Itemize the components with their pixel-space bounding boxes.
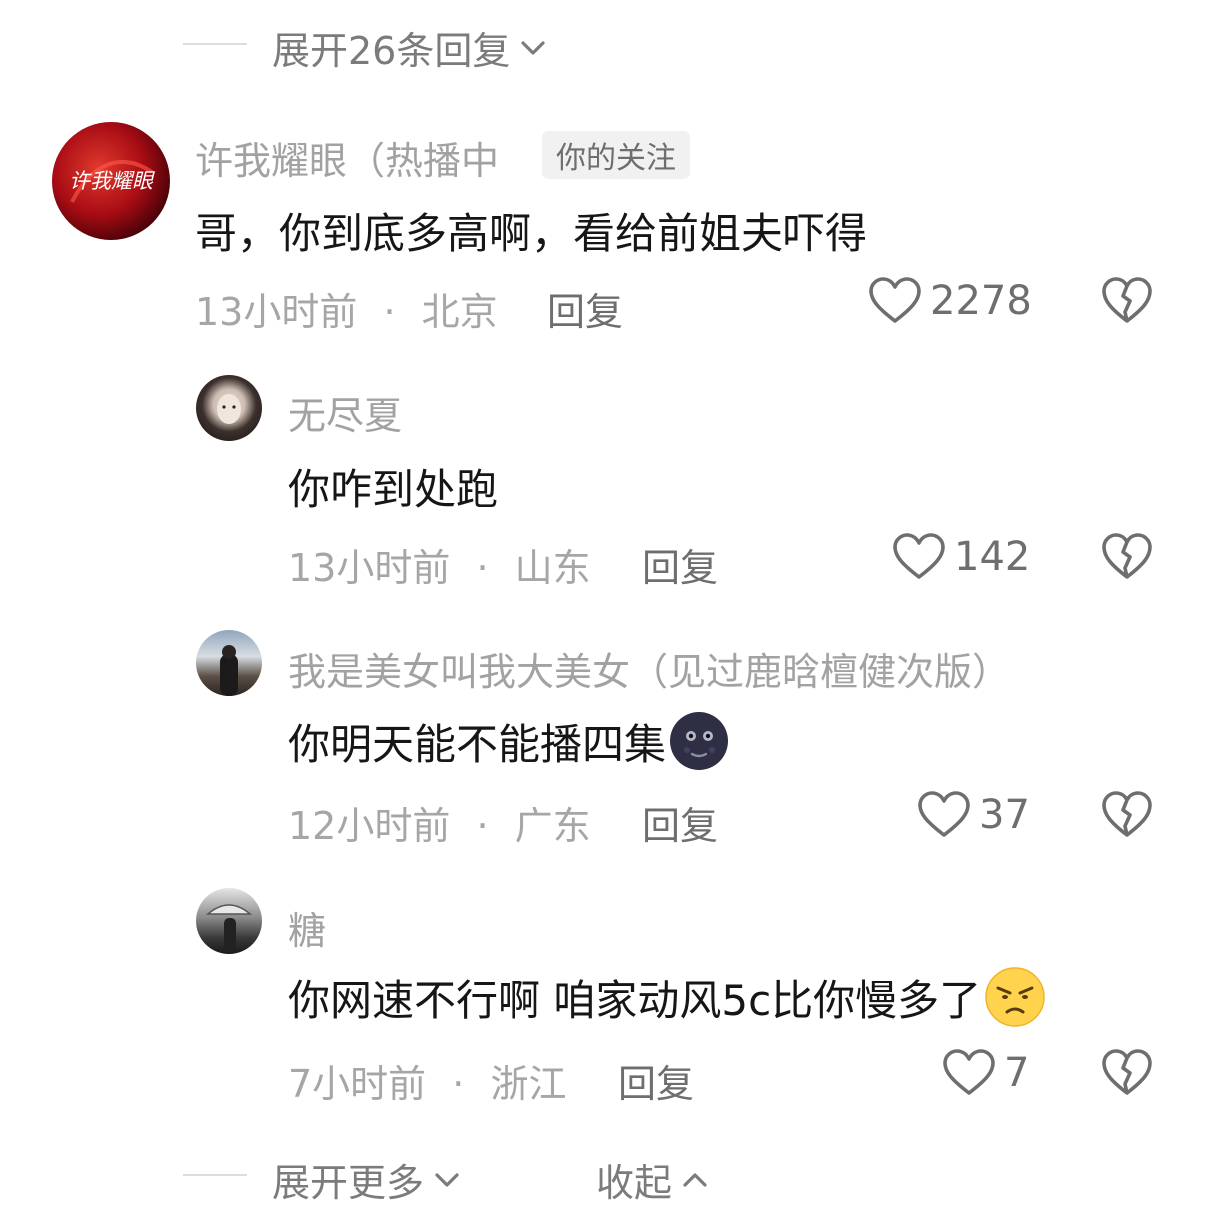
comment-time: 13小时前 bbox=[195, 290, 358, 334]
dislike-broken-heart-icon[interactable] bbox=[1101, 790, 1153, 840]
dislike-broken-heart-icon[interactable] bbox=[1101, 276, 1153, 326]
comment-location: 北京 bbox=[421, 290, 498, 334]
like-count: 2278 bbox=[930, 278, 1032, 324]
meta-dot: · bbox=[452, 1062, 465, 1106]
reply-button[interactable]: 回复 bbox=[642, 795, 718, 850]
reply-text: 你咋到处跑 bbox=[288, 465, 499, 514]
reply-username[interactable]: 我是美女叫我大美女（见过鹿晗檀健次版） bbox=[288, 641, 1010, 696]
comment-meta: 13小时前 · 北京 bbox=[195, 281, 498, 336]
svg-text:许我耀眼: 许我耀眼 bbox=[69, 169, 155, 193]
reply-button[interactable]: 回复 bbox=[547, 281, 623, 336]
dislike-broken-heart-icon[interactable] bbox=[1101, 1048, 1153, 1098]
reply-time: 7小时前 bbox=[288, 1062, 427, 1106]
reply-meta: 13小时前 · 山东 bbox=[288, 537, 591, 592]
avatar[interactable] bbox=[196, 888, 262, 954]
meta-dot: · bbox=[476, 804, 489, 848]
like-button[interactable]: 2278 bbox=[868, 276, 1032, 326]
like-button[interactable]: 7 bbox=[942, 1048, 1029, 1098]
divider-bottom bbox=[183, 1174, 247, 1176]
dislike-broken-heart-icon[interactable] bbox=[1101, 532, 1153, 582]
reply-text-body: 你网速不行啊 咱家动风5c比你慢多了 bbox=[288, 975, 982, 1025]
like-button[interactable]: 37 bbox=[917, 790, 1030, 840]
reply-username[interactable]: 无尽夏 bbox=[288, 385, 402, 440]
reply-text: 你网速不行啊 咱家动风5c比你慢多了 bbox=[288, 966, 1047, 1028]
meta-dot: · bbox=[476, 546, 489, 590]
reply-location: 山东 bbox=[514, 546, 591, 590]
heart-icon bbox=[918, 791, 970, 837]
reply-location: 广东 bbox=[514, 804, 591, 848]
avatar[interactable] bbox=[196, 630, 262, 696]
expand-replies-button[interactable]: 展开26条回复 bbox=[272, 20, 548, 75]
reply-text-body: 你明天能不能播四集 bbox=[288, 719, 667, 769]
chevron-up-icon bbox=[683, 1172, 707, 1187]
expand-replies-label: 展开26条回复 bbox=[272, 29, 511, 73]
new-moon-face-emoji-icon bbox=[670, 712, 729, 770]
divider-top bbox=[183, 43, 247, 45]
comment-username[interactable]: 许我耀眼（热播中 bbox=[195, 130, 499, 185]
heart-icon bbox=[893, 533, 945, 579]
collapse-label: 收起 bbox=[596, 1161, 673, 1205]
reply-username[interactable]: 糖 bbox=[288, 900, 326, 955]
reply-text: 你明天能不能播四集 bbox=[288, 710, 730, 772]
angry-face-emoji-icon bbox=[985, 967, 1045, 1027]
reply-location: 浙江 bbox=[490, 1062, 567, 1106]
avatar[interactable]: 许我耀眼 bbox=[52, 122, 170, 240]
like-count: 7 bbox=[1004, 1050, 1030, 1096]
avatar-logo-icon: 许我耀眼 bbox=[69, 160, 155, 203]
heart-icon bbox=[869, 277, 921, 323]
reply-time: 13小时前 bbox=[288, 546, 451, 590]
chevron-down-icon bbox=[435, 1172, 459, 1187]
avatar-portrait-icon bbox=[205, 904, 253, 952]
expand-more-label: 展开更多 bbox=[272, 1161, 425, 1205]
reply-meta: 7小时前 · 浙江 bbox=[288, 1053, 566, 1108]
reply-time: 12小时前 bbox=[288, 804, 451, 848]
like-count: 37 bbox=[979, 792, 1030, 838]
chevron-down-icon bbox=[521, 40, 545, 55]
expand-more-button[interactable]: 展开更多 bbox=[272, 1152, 462, 1207]
follow-tag: 你的关注 bbox=[542, 131, 690, 179]
like-count: 142 bbox=[954, 534, 1031, 580]
avatar[interactable] bbox=[196, 375, 262, 441]
comment-text: 哥，你到底多高啊，看给前姐夫吓得 bbox=[195, 209, 868, 258]
reply-button[interactable]: 回复 bbox=[618, 1053, 694, 1108]
heart-icon bbox=[943, 1049, 995, 1095]
reply-button[interactable]: 回复 bbox=[642, 537, 718, 592]
like-button[interactable]: 142 bbox=[892, 532, 1030, 582]
avatar-portrait-icon bbox=[220, 645, 238, 696]
reply-meta: 12小时前 · 广东 bbox=[288, 795, 591, 850]
meta-dot: · bbox=[383, 290, 396, 334]
collapse-button[interactable]: 收起 bbox=[596, 1152, 710, 1207]
avatar-portrait-icon bbox=[217, 394, 241, 424]
